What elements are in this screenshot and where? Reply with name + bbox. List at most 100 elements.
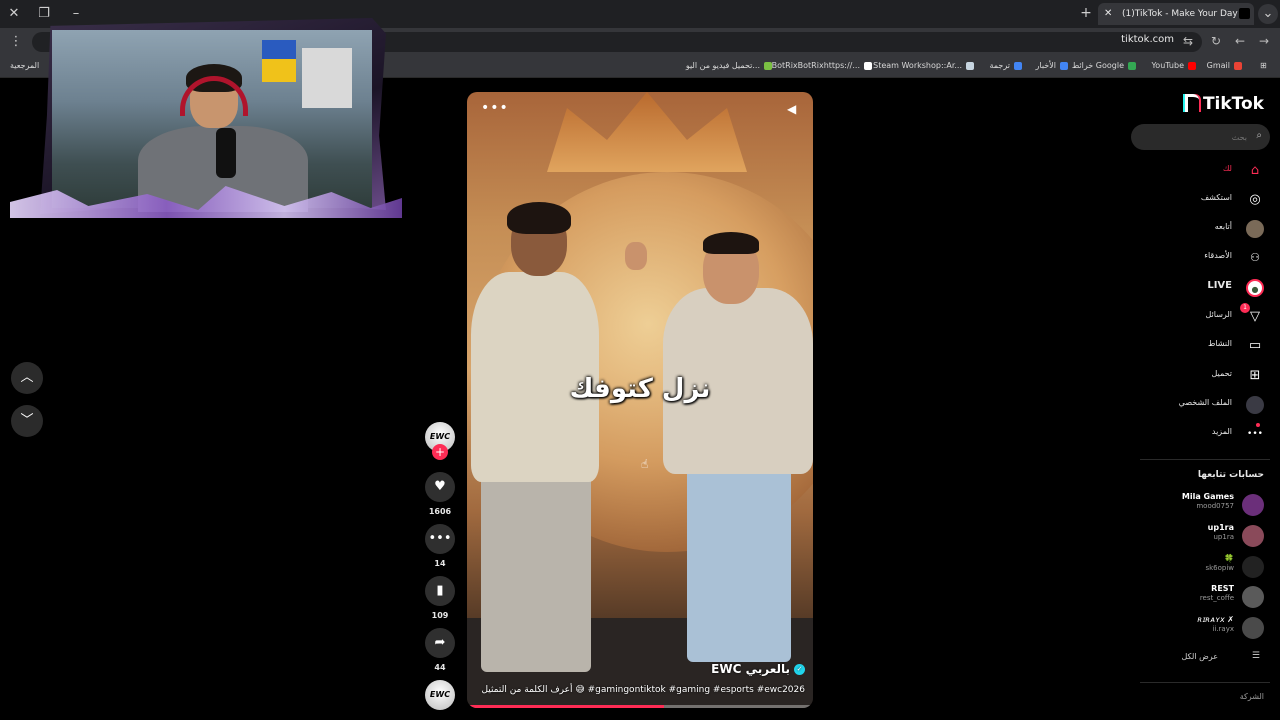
video-description[interactable]: أعرف الكلمة من التمثيل 😅 #gamingontiktok… [481, 685, 805, 695]
bookmark-youtube[interactable]: YouTube [1151, 61, 1196, 70]
profile-icon [1246, 396, 1264, 414]
see-all-button[interactable]: عرض الكل ☰ [1134, 650, 1264, 666]
bookmark-video-download[interactable]: تحميل فيديو من اليو... [686, 61, 772, 70]
tiktok-note-icon [1184, 94, 1199, 112]
bookmark-count: 109 [431, 611, 449, 620]
reload-icon[interactable]: ↻ [1208, 33, 1224, 49]
compass-icon: ◎ [1249, 192, 1261, 207]
bookmark-button[interactable]: ▮ [425, 576, 455, 606]
mouse-cursor-icon: ☝ [641, 457, 649, 471]
download-icon [764, 61, 772, 70]
sidebar-item-friends[interactable]: الأصدقاء ⚇ [1134, 247, 1264, 269]
avatar [1242, 556, 1264, 578]
followed-account[interactable]: 🍀 sk6opiw [1134, 554, 1264, 580]
url-text[interactable]: tiktok.com [1121, 34, 1174, 45]
site-settings-icon[interactable]: ⇆ [1180, 33, 1196, 49]
bookmark-gmail[interactable]: Gmail [1207, 61, 1242, 70]
volume-icon[interactable]: ◀ [787, 102, 801, 116]
followed-account[interactable]: ʀɪʀᴀʏx ✗ ii.rayx [1134, 615, 1264, 641]
upload-icon: ⊞ [1249, 368, 1261, 383]
footer-company-link[interactable]: الشركة [1240, 692, 1264, 701]
followed-account[interactable]: Mila Games mood0757 [1134, 492, 1264, 518]
avatar [1242, 494, 1264, 516]
activity-icon: ▭ [1248, 338, 1262, 353]
chevron-up-icon: ︿ [20, 370, 34, 385]
sidebar-item-explore[interactable]: استكشف ◎ [1134, 189, 1264, 211]
heart-icon: ♥ [434, 479, 446, 494]
followed-account[interactable]: up1ra up1ra [1134, 523, 1264, 549]
close-tab-icon[interactable]: ✕ [1104, 3, 1112, 25]
sidebar-item-for-you[interactable]: لك ⌂ [1134, 160, 1264, 182]
youtube-icon [1188, 61, 1196, 70]
comment-button[interactable]: ••• [425, 524, 455, 554]
comment-count: 14 [434, 559, 446, 568]
like-button[interactable]: ♥ [425, 472, 455, 502]
share-icon: ➦ [434, 635, 446, 650]
video-crown-backdrop [547, 92, 747, 172]
browser-tab[interactable]: ✕ (1)TikTok - Make Your Day [1098, 3, 1254, 25]
messages-badge: 1 [1240, 303, 1250, 313]
translate-icon [1014, 61, 1022, 70]
more-notification-dot [1256, 423, 1260, 427]
avatar [1242, 617, 1264, 639]
next-video-button[interactable]: ﹀ [11, 405, 43, 437]
live-icon: ● [1246, 279, 1264, 297]
following-avatar-icon [1246, 220, 1264, 238]
back-icon[interactable]: ← [1232, 33, 1248, 49]
bookmark-news[interactable]: الأخبار [1036, 61, 1068, 70]
sidebar-item-live[interactable]: LIVE ● [1134, 277, 1264, 299]
bookmark-maps[interactable]: خرائط Google [1072, 61, 1136, 70]
sidebar-divider [1140, 459, 1270, 460]
like-count: 1606 [428, 507, 452, 516]
gmail-icon [1234, 61, 1242, 70]
follow-plus-icon[interactable]: + [432, 444, 448, 460]
webcam-flag [262, 40, 296, 82]
bookmark-steam[interactable]: Steam Workshop::Ar... [873, 61, 974, 70]
sidebar-item-following[interactable]: أتابعه [1134, 218, 1264, 240]
sidebar-item-activity[interactable]: النشاط ▭ [1134, 335, 1264, 357]
news-icon [1060, 61, 1068, 70]
maps-icon [1128, 61, 1136, 70]
sidebar-item-messages[interactable]: الرسائل ▽ 1 [1134, 303, 1264, 328]
avatar [1242, 586, 1264, 608]
music-disc-avatar[interactable]: EWC [425, 680, 455, 710]
video-person-right-jeans [687, 462, 791, 662]
home-icon: ⌂ [1250, 163, 1260, 178]
webcam-shelf [302, 48, 352, 108]
video-author[interactable]: EWC بالعربي ✓ [711, 662, 805, 676]
webcam-overlay [10, 18, 402, 218]
bookmark-botrix[interactable]: BotRixBotRixhttps://... [772, 61, 872, 70]
tiktok-logo[interactable]: TikTok [1184, 94, 1264, 114]
video-player[interactable]: ••• ◀ نزل كتوفك EWC بالعربي ✓ أعرف الكلمة… [467, 92, 813, 708]
verified-badge-icon: ✓ [794, 664, 805, 675]
microphone-icon [216, 128, 236, 178]
bookmark-icon: ▮ [436, 583, 444, 598]
video-raised-fist [625, 242, 647, 270]
chevron-down-icon: ﹀ [20, 413, 34, 428]
sidebar-item-more[interactable]: المزيد ••• [1134, 423, 1264, 445]
video-progress-fill [467, 705, 665, 708]
apps-grid-icon[interactable]: ⊞ [1260, 61, 1267, 70]
followed-account[interactable]: REST rest_coffe [1134, 584, 1264, 610]
new-tab-button[interactable]: + [1078, 4, 1094, 22]
search-icon[interactable]: ⌕ [1256, 130, 1262, 141]
video-more-icon[interactable]: ••• [481, 100, 509, 116]
tab-title: (1)TikTok - Make Your Day [1122, 9, 1238, 19]
video-caption-overlay: نزل كتوفك [569, 374, 711, 404]
sidebar-item-upload[interactable]: تحميل ⊞ [1134, 365, 1264, 387]
search-bar[interactable]: ⌕ [1131, 124, 1270, 150]
forward-icon[interactable]: → [1256, 33, 1272, 49]
more-icon: ••• [1247, 429, 1263, 439]
share-button[interactable]: ➦ [425, 628, 455, 658]
sidebar-divider [1140, 682, 1270, 683]
tab-search-icon[interactable]: ⌄ [1258, 4, 1278, 24]
comment-icon: ••• [428, 531, 452, 546]
previous-video-button[interactable]: ︿ [11, 362, 43, 394]
bookmark-translate[interactable]: ترجمة [990, 61, 1022, 70]
search-input[interactable] [1139, 129, 1247, 145]
video-person-left-pants [481, 472, 591, 672]
avatar [1242, 525, 1264, 547]
video-progress-bar[interactable] [467, 705, 813, 708]
sidebar-item-profile[interactable]: الملف الشخصي [1134, 394, 1264, 416]
following-accounts-title: حسابات تتابعها [1197, 470, 1264, 480]
